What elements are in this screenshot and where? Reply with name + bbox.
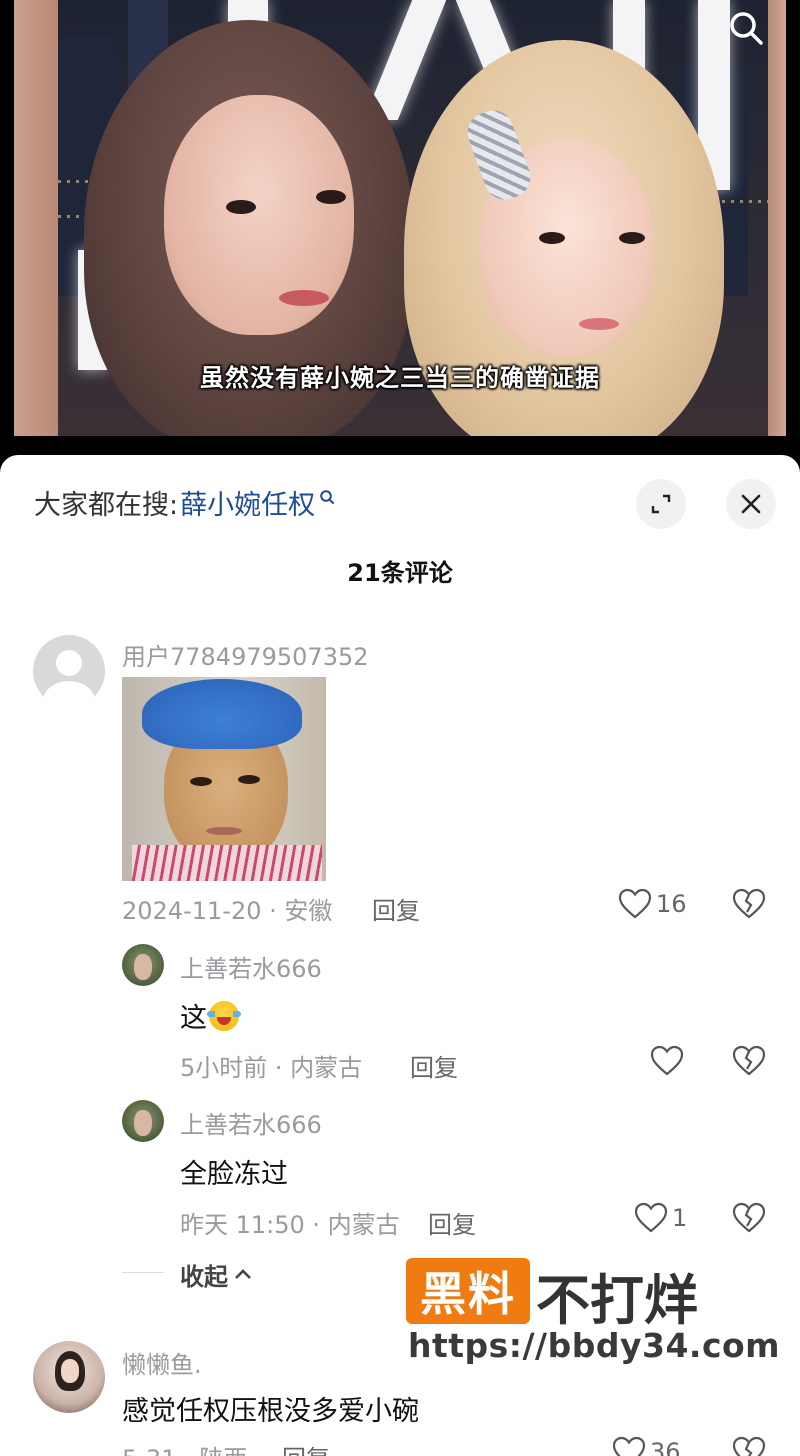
expand-button[interactable] [636, 479, 686, 529]
like-button[interactable]: 1 [634, 1202, 687, 1234]
trending-prefix: 大家都在搜: [34, 490, 179, 521]
video-player[interactable]: 虽然没有薛小婉之三当三的确凿证据 [0, 0, 800, 470]
close-icon [741, 494, 761, 514]
like-button[interactable] [650, 1045, 684, 1077]
reply-button[interactable]: 回复 [410, 1048, 458, 1083]
comment-username[interactable]: 懒懒鱼. [122, 1345, 202, 1380]
broken-heart-icon[interactable] [732, 1045, 766, 1077]
comment-count: 21条评论 [347, 559, 453, 587]
expand-icon [651, 494, 671, 514]
mini-search-icon [320, 489, 335, 504]
reply-button[interactable]: 回复 [372, 891, 420, 926]
trending-search[interactable]: 大家都在搜: 薛小婉任权 [34, 483, 335, 522]
comment-meta: 2024-11-20 · 安徽 [122, 897, 333, 925]
reply-meta: 昨天 11:50 · 内蒙古 [180, 1211, 400, 1239]
avatar[interactable] [33, 1341, 105, 1413]
broken-heart-icon[interactable] [732, 1436, 766, 1456]
watermark-text: 不打烊 [536, 1269, 698, 1332]
collapse-label: 收起 [180, 1263, 228, 1291]
video-subtitle: 虽然没有薛小婉之三当三的确凿证据 [200, 364, 600, 392]
collapse-replies-button[interactable]: 收起 [180, 1257, 254, 1292]
like-count: 1 [672, 1204, 688, 1232]
avatar[interactable] [122, 1100, 164, 1142]
reply-text: 这 [180, 996, 241, 1035]
comment-text: 感觉任权压根没多爱小碗 [122, 1396, 419, 1427]
comment-username[interactable]: 用户7784979507352 [122, 637, 369, 672]
like-button[interactable]: 36 [612, 1436, 681, 1456]
like-count: 16 [656, 890, 687, 918]
reply-text: 全脸冻过 [180, 1159, 288, 1190]
reply-username[interactable]: 上善若水666 [180, 949, 322, 984]
close-button[interactable] [726, 479, 776, 529]
heart-icon [650, 1045, 684, 1076]
heart-icon [634, 1202, 668, 1233]
comment-meta: 5-31 · 陕西 [122, 1439, 247, 1456]
divider [122, 1272, 164, 1273]
default-user-icon [43, 650, 95, 707]
watermark-url: https://bbdy34.com [408, 1326, 781, 1365]
broken-heart-icon[interactable] [732, 888, 766, 920]
like-count: 36 [650, 1438, 681, 1456]
heart-icon [618, 888, 652, 919]
reply-button[interactable]: 回复 [282, 1439, 330, 1456]
avatar[interactable] [33, 635, 105, 707]
trending-term[interactable]: 薛小婉任权 [180, 483, 315, 522]
reply-text-content: 这 [180, 1003, 207, 1034]
reply-meta: 5小时前 · 内蒙古 [180, 1054, 363, 1082]
heart-icon [612, 1436, 646, 1456]
watermark-badge: 黑料 [406, 1258, 530, 1324]
search-icon[interactable] [726, 8, 766, 48]
avatar[interactable] [122, 944, 164, 986]
like-button[interactable]: 16 [618, 888, 687, 920]
reply-username[interactable]: 上善若水666 [180, 1105, 322, 1140]
chevron-up-icon [235, 1268, 251, 1279]
broken-heart-icon[interactable] [732, 1202, 766, 1234]
laughing-crying-emoji [207, 1001, 241, 1031]
comment-image[interactable] [122, 677, 326, 881]
reply-button[interactable]: 回复 [428, 1205, 476, 1240]
